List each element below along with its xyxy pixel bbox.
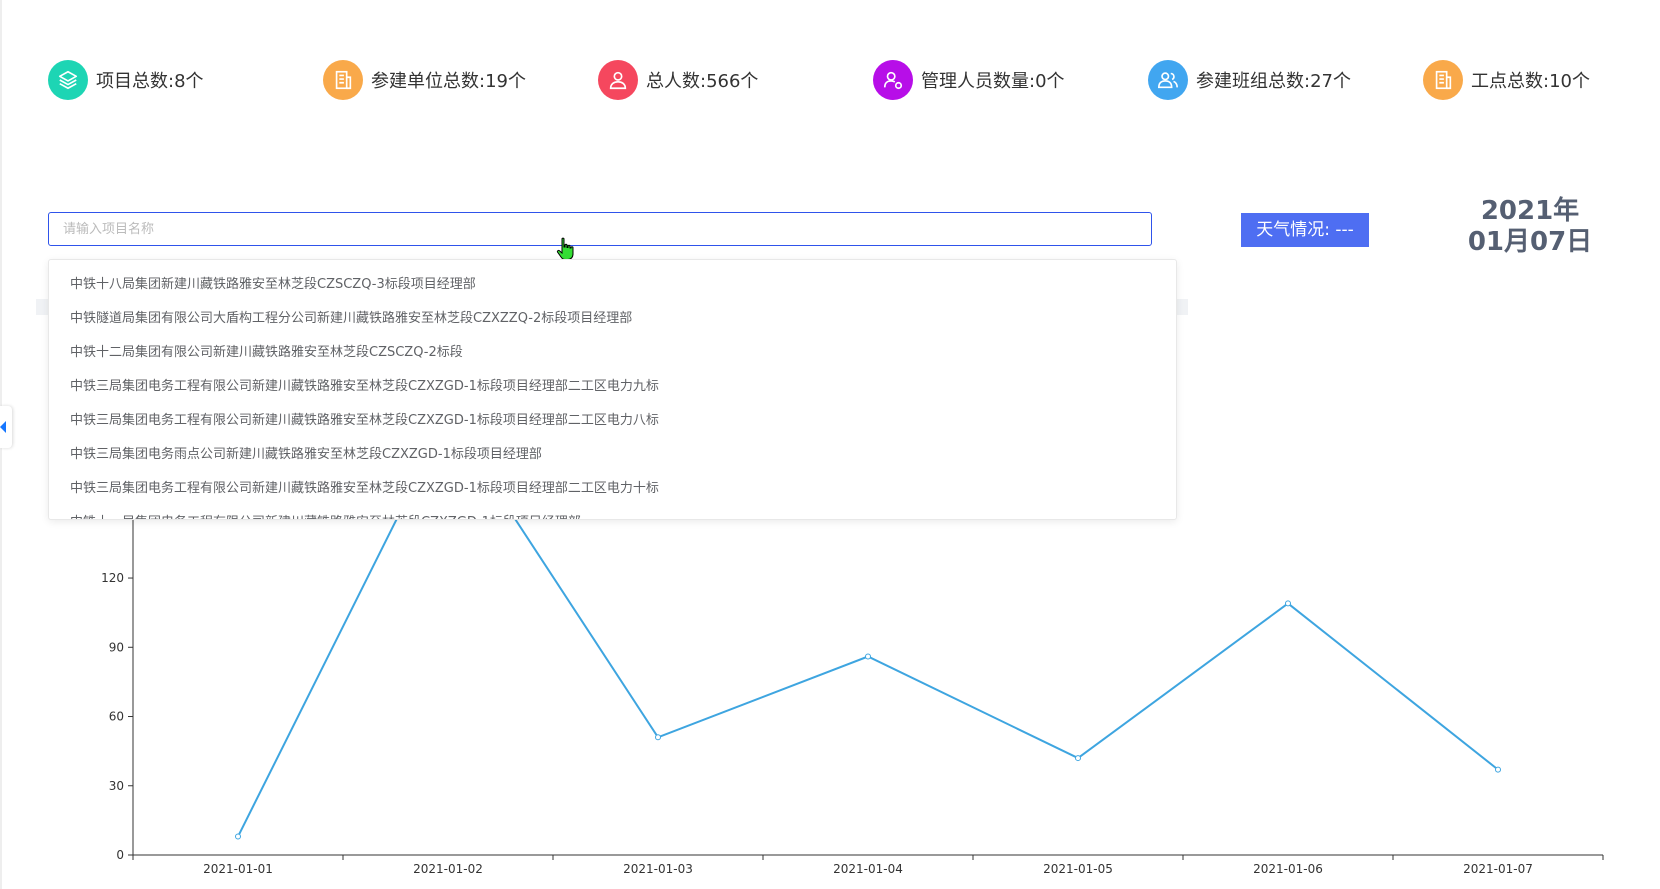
y-tick-label: 60	[109, 710, 124, 724]
data-point[interactable]	[1075, 755, 1081, 762]
y-tick-label: 0	[116, 848, 124, 862]
dropdown-option[interactable]: 中铁十八局集团新建川藏铁路雅安至林芝段CZSCZQ-3标段项目经理部	[49, 268, 1176, 302]
data-point[interactable]	[1495, 766, 1501, 773]
x-tick-label: 2021-01-04	[833, 862, 903, 876]
x-tick-label: 2021-01-01	[203, 862, 273, 876]
y-tick-label: 30	[109, 779, 124, 793]
data-point[interactable]	[655, 734, 661, 741]
y-tick-label: 90	[109, 640, 124, 654]
x-tick-label: 2021-01-06	[1253, 862, 1323, 876]
project-search-dropdown: 中铁十八局集团新建川藏铁路雅安至林芝段CZSCZQ-3标段项目经理部 中铁隧道局集…	[48, 259, 1177, 520]
data-point[interactable]	[1285, 600, 1291, 607]
dropdown-option[interactable]: 中铁十二局集团有限公司新建川藏铁路雅安至林芝段CZSCZQ-2标段	[49, 336, 1176, 370]
x-tick-label: 2021-01-02	[413, 862, 483, 876]
x-tick-label: 2021-01-03	[623, 862, 693, 876]
dropdown-option[interactable]: 中铁三局集团电务工程有限公司新建川藏铁路雅安至林芝段CZXZGD-1标段项目经理…	[49, 472, 1176, 506]
dropdown-option[interactable]: 中铁三局集团电务雨点公司新建川藏铁路雅安至林芝段CZXZGD-1标段项目经理部	[49, 438, 1176, 472]
dropdown-list: 中铁十八局集团新建川藏铁路雅安至林芝段CZSCZQ-3标段项目经理部 中铁隧道局集…	[49, 260, 1176, 519]
dropdown-option[interactable]: 中铁隧道局集团有限公司大盾构工程分公司新建川藏铁路雅安至林芝段CZXZZQ-2标…	[49, 302, 1176, 336]
x-tick-label: 2021-01-05	[1043, 862, 1113, 876]
y-tick-label: 120	[101, 571, 124, 585]
dropdown-option[interactable]: 中铁三局集团电务工程有限公司新建川藏铁路雅安至林芝段CZXZGD-1标段项目经理…	[49, 370, 1176, 404]
dropdown-option[interactable]: 中铁十一局集团电务工程有限公司新建川藏铁路雅安至林芝段CZXZGD-1标段项目经…	[49, 506, 1176, 519]
dashboard-page: 项目总数:8个 参建单位总数:19个 总人数:566个 管理人员数量:0个 参建…	[0, 0, 1660, 889]
data-point[interactable]	[235, 833, 241, 840]
dropdown-option[interactable]: 中铁三局集团电务工程有限公司新建川藏铁路雅安至林芝段CZXZGD-1标段项目经理…	[49, 404, 1176, 438]
data-point[interactable]	[865, 653, 871, 660]
x-tick-label: 2021-01-07	[1463, 862, 1533, 876]
